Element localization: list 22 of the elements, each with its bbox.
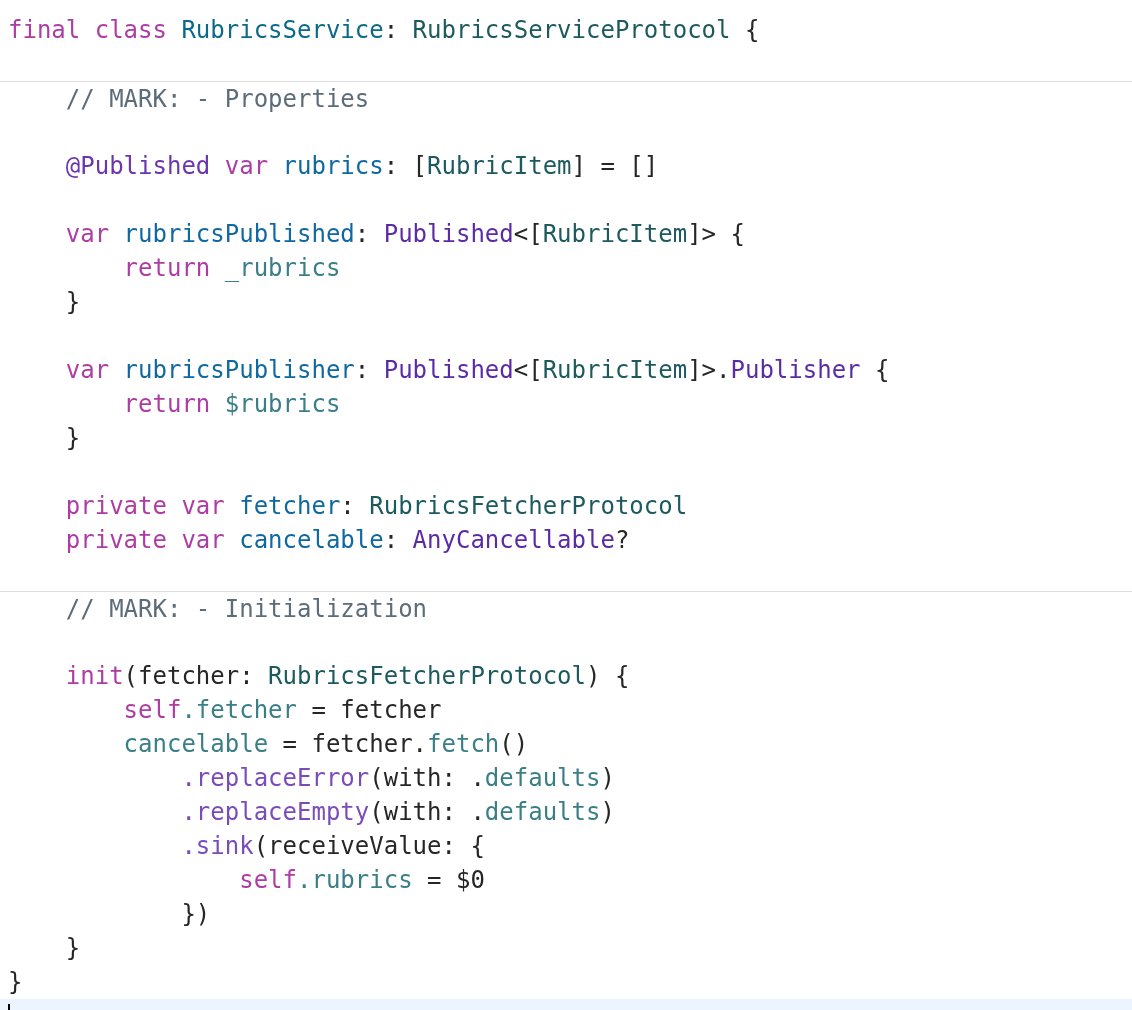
code-line: var rubricsPublisher: Published<[RubricItem]>.Publisher { [64, 355, 891, 386]
code-line: cancelable = fetcher.fetch() [122, 729, 530, 760]
code-line: // MARK: - Properties [0, 81, 1132, 115]
code-line: .replaceError(with: .defaults) [180, 763, 616, 794]
code-line: .sink(receiveValue: { [180, 831, 486, 862]
code-line: @Published var rubrics: [RubricItem] = [] [64, 151, 660, 182]
code-line: final class RubricsService: RubricsServiceProtocol { [7, 15, 761, 46]
code-line: } [64, 423, 82, 454]
code-line: // MARK: - Initialization [0, 591, 1132, 625]
code-line: } [64, 933, 82, 964]
code-line: } [7, 967, 24, 998]
code-line: private var fetcher: RubricsFetcherProtocol [64, 491, 689, 522]
code-line: init(fetcher: RubricsFetcherProtocol) { [64, 661, 631, 692]
code-line: private var cancelable: AnyCancellable? [64, 525, 631, 556]
code-line: return _rubrics [122, 253, 342, 284]
code-line: self.fetcher = fetcher [122, 695, 443, 726]
code-line: self.rubrics = $0 [238, 865, 486, 896]
code-line: return $rubrics [122, 389, 342, 420]
code-line: } [64, 287, 82, 318]
code-line: var rubricsPublished: Published<[RubricItem]> { [64, 219, 746, 250]
code-line: }) [180, 899, 212, 930]
code-line: .replaceEmpty(with: .defaults) [180, 797, 616, 828]
